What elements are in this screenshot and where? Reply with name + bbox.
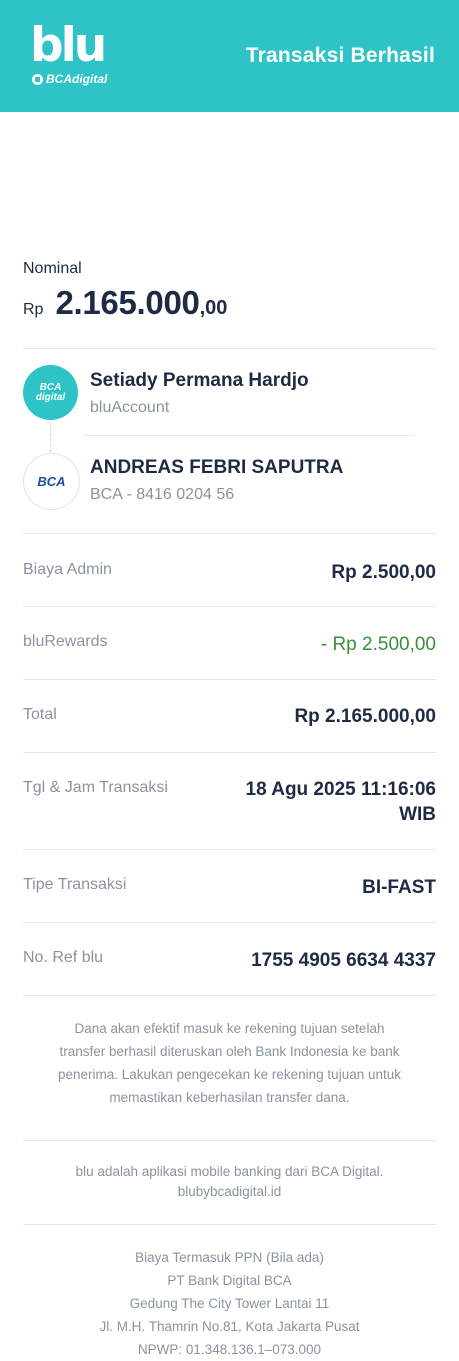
footer-line: Biaya Termasuk PPN (Bila ada)	[135, 1250, 324, 1265]
logo-subtitle-text: BCAdigital	[46, 72, 108, 86]
notice-line: penerima. Lakukan pengecekan ke rekening…	[58, 1067, 401, 1082]
amount-currency: Rp	[23, 301, 44, 318]
divider	[23, 679, 436, 680]
transfer-connector	[50, 422, 51, 452]
reference-value: 1755 4905 6634 4337	[251, 950, 436, 971]
logo-wordmark: blu	[30, 18, 107, 73]
recipient-name: ANDREAS FEBRI SAPUTRA	[90, 457, 344, 478]
rewards-label: bluRewards	[23, 633, 108, 650]
divider	[23, 752, 436, 753]
footer-line: NPWP: 01.348.136.1–073.000	[137, 1342, 322, 1357]
footer-line: PT Bank Digital BCA	[167, 1273, 292, 1288]
datetime-date: 18 Agu 2025 11:16:06	[245, 779, 436, 800]
transaction-type-value: BI-FAST	[362, 877, 436, 898]
notice-line: transfer berhasil diteruskan oleh Bank I…	[59, 1044, 400, 1059]
recipient-account: BCA - 8416 0204 56	[90, 486, 235, 503]
amount-decimal: ,00	[199, 297, 228, 319]
nominal-amount: Rp 2.165.000 ,00	[23, 284, 227, 322]
notice-line: Dana akan efektif masuk ke rekening tuju…	[74, 1021, 385, 1036]
nominal-label: Nominal	[23, 260, 82, 277]
transfer-notice: Dana akan efektif masuk ke rekening tuju…	[23, 1017, 436, 1109]
receipt-header: blu BCAdigital Transaksi Berhasil	[0, 0, 459, 112]
blu-logo: blu BCAdigital	[30, 18, 107, 87]
divider	[84, 435, 414, 436]
total-value: Rp 2.165.000,00	[294, 706, 436, 727]
recipient-icon-text: BCA	[37, 474, 66, 489]
page-title: Transaksi Berhasil	[245, 44, 435, 67]
divider	[23, 533, 436, 534]
admin-fee-value: Rp 2.500,00	[331, 562, 436, 583]
divider	[23, 1224, 436, 1225]
divider	[23, 922, 436, 923]
about-text: blu adalah aplikasi mobile banking dari …	[23, 1162, 436, 1202]
divider	[23, 1140, 436, 1141]
divider	[23, 995, 436, 996]
bca-bank-icon: BCA	[23, 453, 80, 510]
bca-digital-icon: BCA digital	[23, 365, 78, 420]
notice-line: memastikan keberhasilan transfer dana.	[109, 1090, 350, 1105]
logo-subtitle: BCAdigital	[32, 72, 107, 86]
divider	[23, 348, 436, 349]
about-line: blu adalah aplikasi mobile banking dari …	[75, 1164, 384, 1179]
amount-value: 2.165.000	[55, 284, 200, 321]
total-label: Total	[23, 706, 57, 723]
sender-account: bluAccount	[90, 399, 170, 416]
divider	[23, 606, 436, 607]
transaction-type-label: Tipe Transaksi	[23, 876, 127, 893]
footer-line: Gedung The City Tower Lantai 11	[129, 1296, 330, 1311]
datetime-label: Tgl & Jam Transaksi	[23, 779, 168, 796]
sender-name: Setiady Permana Hardjo	[90, 370, 309, 391]
legal-footer: Biaya Termasuk PPN (Bila ada) PT Bank Di…	[23, 1246, 436, 1361]
reference-label: No. Ref blu	[23, 949, 104, 966]
bca-mark-icon	[32, 73, 43, 85]
sender-icon-text-1: BCA	[39, 381, 62, 393]
sender-icon-text-2: digital	[35, 391, 66, 403]
divider	[23, 849, 436, 850]
footer-line: Jl. M.H. Thamrin No.81, Kota Jakarta Pus…	[99, 1319, 360, 1334]
datetime-timezone: WIB	[399, 804, 436, 825]
website-link[interactable]: blubybcadigital.id	[23, 1182, 436, 1202]
admin-fee-label: Biaya Admin	[23, 561, 112, 578]
rewards-value: - Rp 2.500,00	[320, 634, 436, 655]
